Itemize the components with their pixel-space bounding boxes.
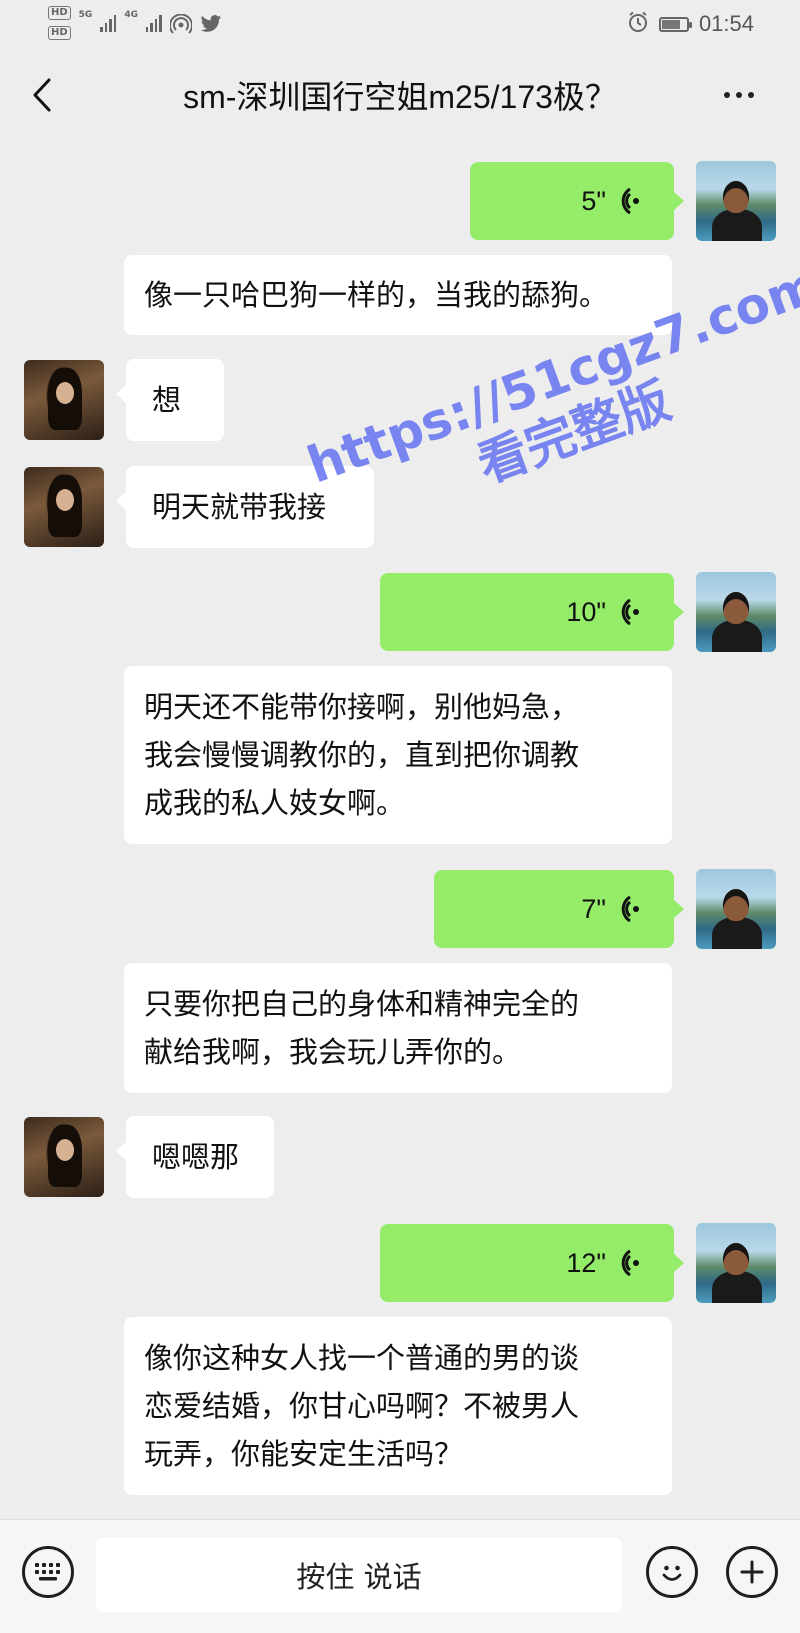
page-title: sm-深圳国行空姐m25/173极？: [183, 79, 617, 115]
message-text-line: 成我的私人妓女啊。: [144, 786, 406, 820]
message-text-line: 玩弄，你能安定生活吗？: [144, 1437, 464, 1471]
status-bar: HD HD 5G 4G 01:54: [0, 0, 800, 50]
emoji-icon: [662, 1565, 682, 1581]
message-bubble[interactable]: 明天就带我接: [116, 466, 374, 548]
voice-message[interactable]: 12": [380, 1224, 684, 1302]
plus-button[interactable]: [726, 1546, 778, 1598]
signal-icon: [100, 14, 117, 32]
avatar-contact[interactable]: [24, 1117, 104, 1197]
message-text-line: 像你这种女人找一个普通的男的谈: [144, 1341, 580, 1375]
status-right: 01:54: [627, 11, 754, 37]
voice-duration: 10": [566, 596, 606, 627]
hd-indicators: HD HD: [48, 6, 71, 40]
keyboard-button[interactable]: [22, 1546, 74, 1598]
voice-wave-icon: [621, 1249, 639, 1277]
hd-badge: HD: [48, 26, 71, 40]
message-text-line: 恋爱结婚，你甘心吗啊？不被男人: [144, 1389, 580, 1423]
twitter-icon: [200, 14, 222, 38]
avatar-self[interactable]: [696, 161, 776, 241]
avatar-self[interactable]: [696, 869, 776, 949]
message-text-line: 只要你把自己的身体和精神完全的: [144, 987, 580, 1021]
message-bubble[interactable]: 嗯嗯那: [116, 1116, 274, 1198]
hold-to-talk-button[interactable]: 按住 说话: [96, 1538, 622, 1612]
network-type: 5G: [78, 10, 93, 20]
more-button[interactable]: [714, 70, 764, 120]
hd-badge: HD: [48, 6, 71, 20]
voice-message[interactable]: 7": [434, 870, 684, 948]
voice-wave-icon: [621, 895, 639, 923]
battery-icon: [658, 16, 692, 32]
message-text: 嗯嗯那: [152, 1140, 240, 1174]
voice-wave-icon: [621, 598, 639, 626]
back-button[interactable]: [22, 70, 62, 120]
message-bubble[interactable]: 想: [116, 359, 224, 441]
message-text: 像一只哈巴狗一样的，当我的舔狗。: [144, 278, 609, 312]
voice-wave-icon: [621, 187, 639, 215]
message-bubble[interactable]: 像你这种女人找一个普通的男的谈 恋爱结婚，你甘心吗啊？不被男人 玩弄，你能安定生…: [124, 1317, 672, 1495]
message-text-line: 我会慢慢调教你的，直到把你调教: [144, 738, 580, 772]
message-text-line: 明天还不能带你接啊，别他妈急，: [144, 690, 580, 724]
emoji-button[interactable]: [646, 1546, 698, 1598]
message-bubble[interactable]: 只要你把自己的身体和精神完全的 献给我啊，我会玩儿弄你的。: [124, 963, 672, 1093]
chat-header: sm-深圳国行空姐m25/173极？: [0, 50, 800, 142]
signal-icon: [145, 14, 162, 32]
status-left: HD HD 5G 4G: [48, 6, 222, 40]
voice-message[interactable]: 10": [380, 573, 684, 651]
hotspot-icon: [168, 13, 193, 40]
voice-duration: 5": [581, 185, 606, 216]
avatar-self[interactable]: [696, 572, 776, 652]
input-bar: 按住 说话: [0, 1519, 800, 1633]
more-dots-icon: [724, 92, 730, 98]
status-time: 01:54: [698, 11, 754, 36]
message-bubble[interactable]: 像一只哈巴狗一样的，当我的舔狗。: [124, 255, 672, 335]
plus-icon: [740, 1560, 764, 1584]
keyboard-icon: [35, 1563, 60, 1581]
avatar-self[interactable]: [696, 1223, 776, 1303]
message-text: 想: [152, 383, 182, 417]
chevron-left-icon: [33, 78, 51, 112]
message-bubble[interactable]: 明天还不能带你接啊，别他妈急， 我会慢慢调教你的，直到把你调教 成我的私人妓女啊…: [124, 666, 672, 844]
voice-duration: 12": [566, 1247, 606, 1278]
voice-message[interactable]: 5": [470, 162, 684, 240]
alarm-icon: [627, 11, 649, 37]
voice-duration: 7": [581, 893, 606, 924]
message-text-line: 献给我啊，我会玩儿弄你的。: [144, 1035, 522, 1069]
avatar-contact[interactable]: [24, 360, 104, 440]
message-text: 明天就带我接: [152, 490, 327, 524]
watermark-text: 看完整版: [470, 371, 678, 495]
avatar-contact[interactable]: [24, 467, 104, 547]
network-type: 4G: [124, 10, 138, 20]
